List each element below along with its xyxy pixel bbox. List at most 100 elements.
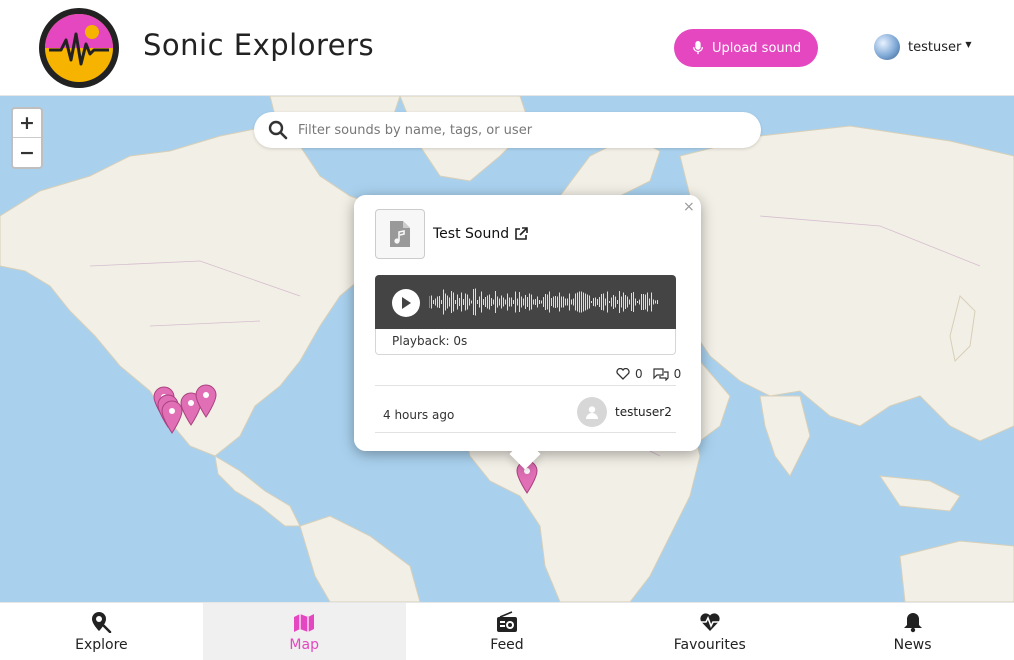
nav-favourites-label: Favourites: [673, 636, 746, 653]
user-menu[interactable]: testuser ▼: [874, 34, 971, 60]
waveform-bar: [465, 293, 466, 311]
waveform-bar: [513, 300, 514, 304]
waveform-bar: [487, 295, 488, 309]
sound-marker[interactable]: [195, 384, 217, 418]
waveform-bar: [581, 291, 582, 313]
play-icon: [402, 297, 411, 309]
popup-close-button[interactable]: ×: [683, 199, 695, 215]
waveform-bar: [439, 296, 440, 308]
search-input[interactable]: [298, 122, 738, 138]
waveform[interactable]: [429, 285, 661, 319]
waveform-bar: [621, 296, 622, 308]
waveform-bar: [615, 296, 616, 308]
waveform-bar: [483, 299, 484, 305]
waveform-bar: [633, 292, 634, 312]
waveform-bar: [601, 294, 602, 310]
waveform-bar: [461, 292, 462, 312]
waveform-bar: [485, 297, 486, 307]
username-label: testuser: [908, 39, 962, 55]
nav-explore[interactable]: Explore: [0, 603, 203, 660]
play-button[interactable]: [392, 289, 420, 317]
waveform-bar: [573, 298, 574, 306]
nav-news-label: News: [893, 636, 932, 653]
nav-feed[interactable]: Feed: [406, 603, 609, 660]
waveform-bar: [605, 298, 606, 306]
waveform-bar: [565, 298, 566, 306]
waveform-bar: [563, 296, 564, 308]
waveform-bar: [603, 293, 604, 311]
waveform-bar: [509, 297, 510, 307]
waveform-bar: [463, 299, 464, 305]
app-logo[interactable]: [39, 8, 119, 88]
waveform-bar: [591, 301, 592, 303]
sound-stats: 0 0: [616, 367, 681, 381]
waveform-bar: [587, 294, 588, 310]
waveform-bar: [451, 291, 452, 313]
waveform-bar: [519, 292, 520, 312]
waveform-bar: [559, 292, 560, 312]
comment-button[interactable]: 0: [653, 367, 681, 381]
waveform-bar: [497, 296, 498, 308]
waveform-bar: [567, 298, 568, 306]
app-header: Sonic Explorers Upload sound testuser ▼: [0, 0, 1014, 96]
divider: [375, 432, 676, 433]
waveform-bar: [511, 297, 512, 307]
like-count: 0: [635, 367, 643, 381]
waveform-bar: [555, 296, 556, 308]
heart-icon: [616, 368, 630, 380]
audio-player: [375, 275, 676, 329]
nav-map[interactable]: Map: [202, 603, 406, 660]
waveform-bar: [447, 295, 448, 309]
waveform-bar: [629, 299, 630, 305]
upload-sound-button[interactable]: Upload sound: [674, 29, 818, 67]
waveform-bar: [617, 300, 618, 304]
waveform-bar: [515, 291, 516, 313]
waveform-bar: [579, 291, 580, 313]
waveform-bar: [453, 292, 454, 312]
search-icon: [268, 120, 288, 140]
waveform-bar: [529, 293, 530, 311]
caret-down-icon: ▼: [965, 39, 972, 49]
waveform-bar: [553, 296, 554, 308]
nav-favourites[interactable]: Favourites: [608, 603, 811, 660]
waveform-bar: [595, 297, 596, 307]
waveform-bar: [467, 294, 468, 310]
waveform-bar: [523, 298, 524, 306]
waveform-bar: [645, 294, 646, 310]
waveform-bar: [471, 300, 472, 304]
waveform-bar: [533, 299, 534, 305]
waveform-bar: [549, 291, 550, 313]
microphone-icon: [692, 41, 704, 55]
waveform-bar: [469, 298, 470, 306]
map-view[interactable]: + − × Test Sound: [0, 96, 1014, 602]
map-search-icon: [92, 611, 112, 633]
divider: [375, 385, 676, 386]
zoom-out-button[interactable]: −: [13, 138, 41, 167]
nav-feed-label: Feed: [490, 636, 524, 653]
waveform-bar: [481, 291, 482, 313]
waveform-bar: [599, 297, 600, 307]
nav-explore-label: Explore: [75, 636, 128, 653]
waveform-bar: [609, 301, 610, 303]
like-button[interactable]: 0: [616, 367, 643, 381]
radio-icon: [496, 610, 517, 632]
waveform-bar: [571, 299, 572, 305]
waveform-bar: [517, 298, 518, 306]
heartbeat-icon: [700, 612, 720, 631]
waveform-bar: [541, 300, 542, 304]
bottom-navigation: Explore Map Feed Favourites News: [0, 602, 1014, 660]
waveform-bar: [435, 298, 436, 306]
author-link[interactable]: testuser2: [577, 397, 672, 427]
waveform-bar: [569, 293, 570, 311]
waveform-bar: [551, 298, 552, 306]
external-link-icon: [515, 227, 528, 240]
sound-title-link[interactable]: Test Sound: [433, 226, 528, 242]
waveform-bar: [657, 300, 658, 304]
waveform-bar: [489, 294, 490, 310]
waveform-bar: [639, 299, 640, 305]
nav-news[interactable]: News: [811, 603, 1014, 660]
waveform-bar: [437, 296, 438, 308]
waveform-bar: [613, 295, 614, 309]
zoom-in-button[interactable]: +: [13, 109, 41, 138]
waveform-bar: [577, 292, 578, 312]
